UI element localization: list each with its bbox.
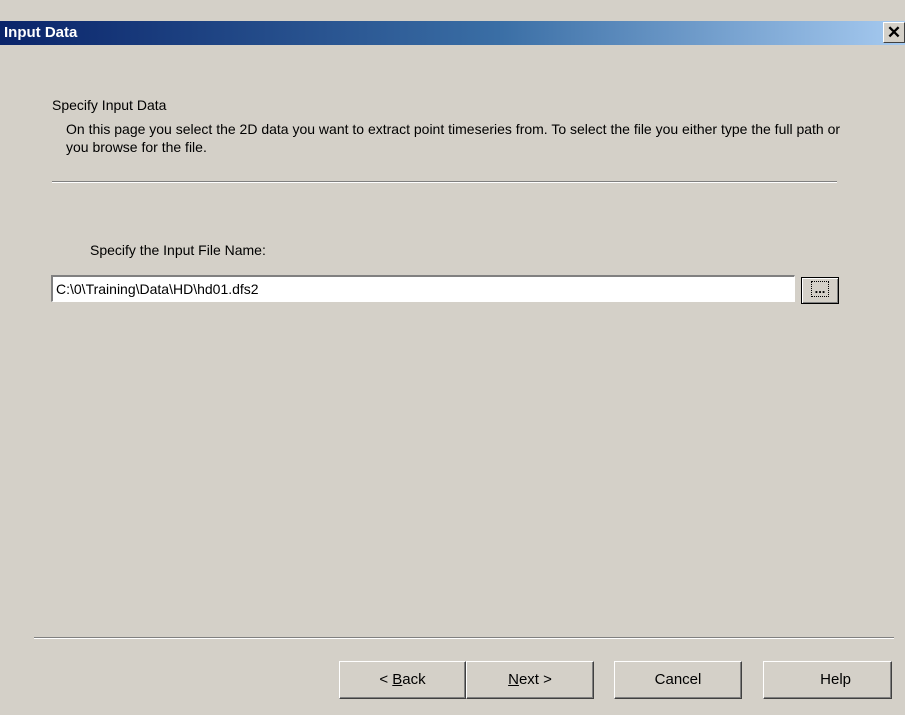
next-button-accel: N: [508, 671, 519, 688]
input-file-label: Specify the Input File Name:: [90, 242, 266, 258]
next-button[interactable]: Next >: [466, 661, 594, 699]
page-description: On this page you select the 2D data you …: [66, 121, 841, 155]
input-data-dialog: Input Data ✕ Specify Input Data On this …: [0, 0, 905, 715]
window-title: Input Data: [4, 24, 78, 41]
title-bar[interactable]: Input Data ✕: [0, 21, 905, 45]
footer-divider: [34, 637, 894, 639]
close-icon: ✕: [886, 23, 902, 42]
page-heading: Specify Input Data: [52, 97, 167, 113]
back-button-rest: ack: [402, 671, 426, 688]
browse-button[interactable]: ...: [801, 277, 839, 304]
back-button-accel: B: [392, 671, 403, 688]
browse-button-label: ...: [810, 281, 830, 297]
close-button[interactable]: ✕: [883, 22, 905, 43]
input-file-path-field[interactable]: [51, 275, 795, 302]
back-button[interactable]: < Back: [339, 661, 466, 699]
back-button-prefix: <: [379, 671, 393, 688]
help-button[interactable]: Help: [763, 661, 892, 699]
next-button-rest: ext >: [518, 671, 552, 688]
header-divider: [52, 181, 837, 183]
help-button-label: Help: [820, 671, 851, 688]
cancel-button[interactable]: Cancel: [614, 661, 742, 699]
cancel-button-label: Cancel: [654, 671, 702, 688]
